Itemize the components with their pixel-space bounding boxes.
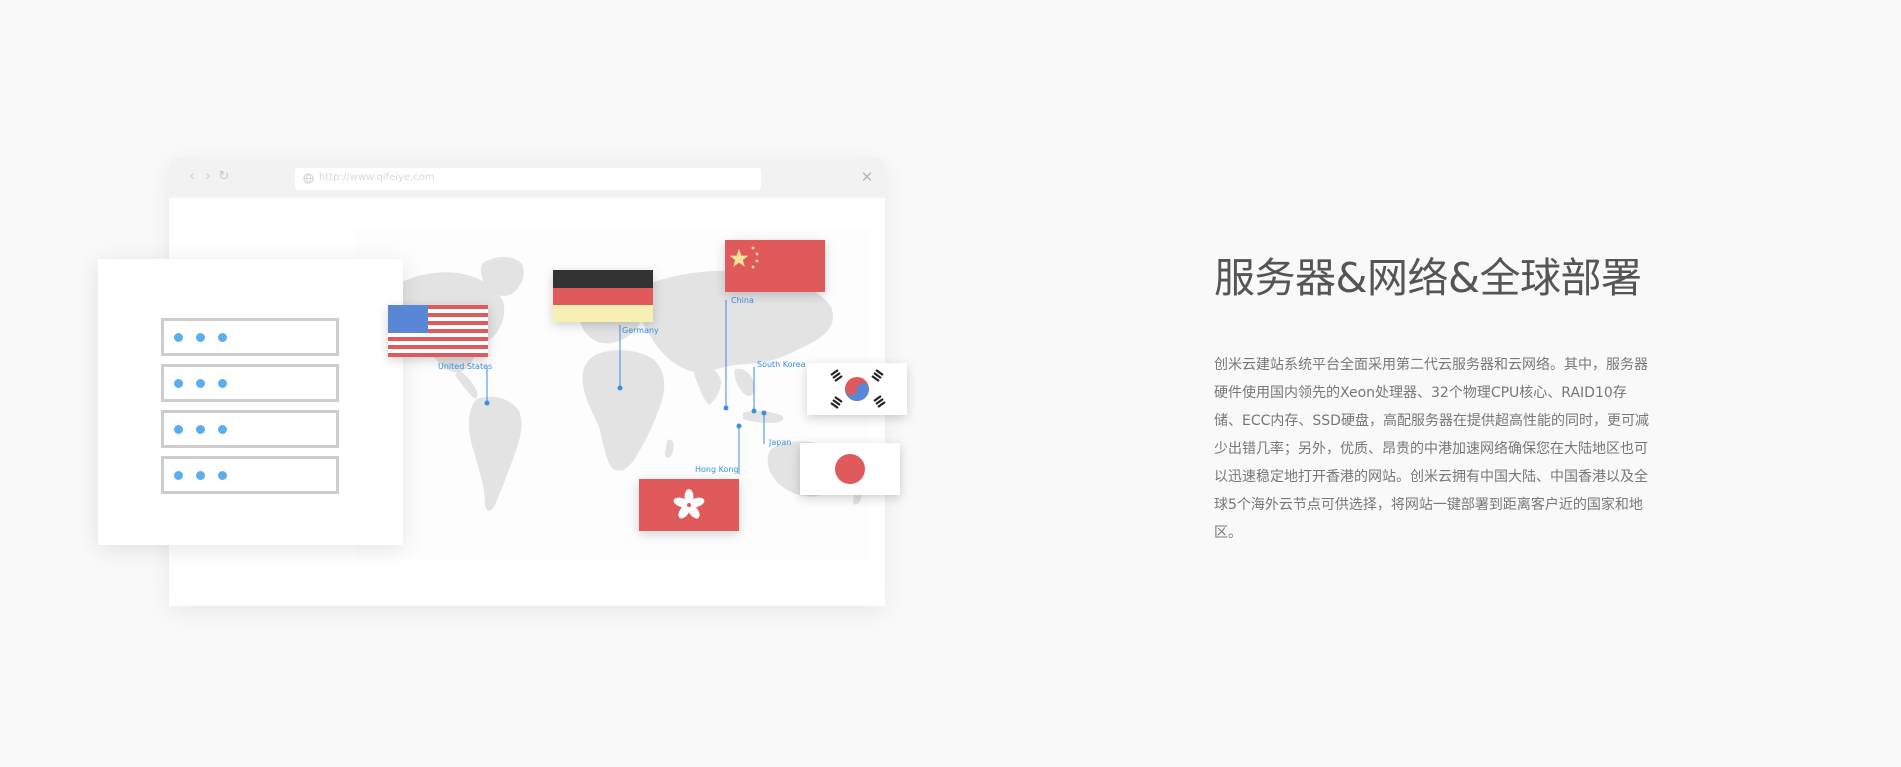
globe-icon — [303, 173, 314, 184]
server-led — [196, 333, 205, 342]
china-flag-icon — [725, 240, 825, 292]
label-japan: Japan — [769, 438, 792, 447]
south-korea-flag-icon — [807, 363, 907, 415]
browser-toolbar: ‹ › ↻ http://www.qifeiye.com ✕ — [169, 158, 885, 198]
server-led — [174, 333, 183, 342]
server-led — [174, 471, 183, 480]
japan-flag-icon — [800, 443, 900, 495]
label-hong-kong: Hong Kong — [695, 465, 739, 474]
server-led — [196, 379, 205, 388]
server-led — [174, 379, 183, 388]
label-united-states: United States — [438, 362, 493, 371]
address-url: http://www.qifeiye.com — [319, 172, 435, 183]
server-led — [218, 333, 227, 342]
server-led — [174, 425, 183, 434]
label-germany: Germany — [622, 326, 659, 335]
server-unit — [161, 318, 339, 356]
chevron-left-icon: ‹ — [189, 169, 195, 184]
us-flag-icon — [388, 305, 488, 357]
server-unit — [161, 456, 339, 494]
server-unit — [161, 364, 339, 402]
label-china: China — [731, 296, 754, 305]
server-led — [218, 379, 227, 388]
server-unit — [161, 410, 339, 448]
label-south-korea: South Korea — [757, 360, 806, 369]
server-led — [218, 425, 227, 434]
hong-kong-flag-icon — [639, 479, 739, 531]
server-led — [196, 471, 205, 480]
section-title: 服务器&网络&全球部署 — [1214, 254, 1642, 302]
close-icon: ✕ — [860, 168, 874, 186]
address-bar: http://www.qifeiye.com — [295, 168, 761, 190]
germany-flag-icon — [553, 270, 653, 322]
reload-icon: ↻ — [218, 169, 230, 184]
server-led — [196, 425, 205, 434]
server-led — [218, 471, 227, 480]
section-description: 创米云建站系统平台全面采用第二代云服务器和云网络。其中，服务器硬件使用国内领先的… — [1214, 357, 1649, 541]
chevron-right-icon: › — [205, 169, 211, 184]
server-rack-card — [98, 259, 403, 545]
